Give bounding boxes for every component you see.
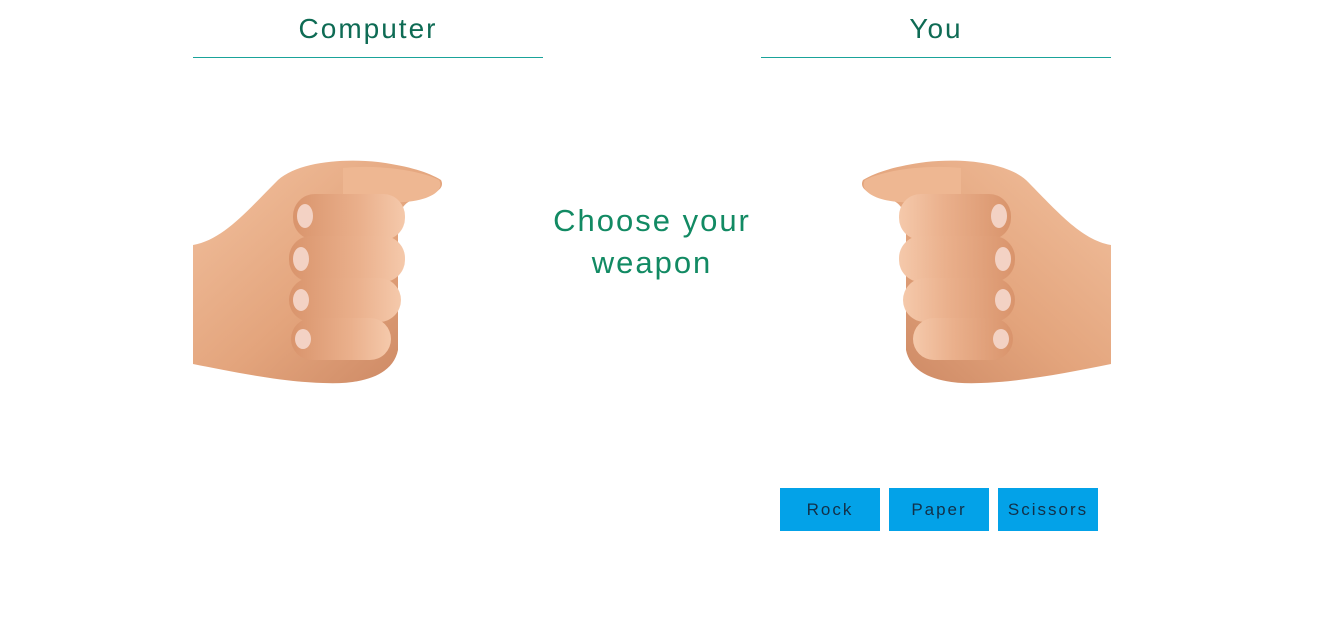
game-stage: Computer You Choose your weapon Rock Pap… — [0, 0, 1323, 624]
rock-fist-icon — [861, 160, 1111, 384]
computer-hand — [193, 150, 453, 390]
prompt-line-2: weapon — [591, 245, 713, 280]
player-hand — [851, 150, 1111, 390]
prompt-line-1: Choose your — [553, 203, 751, 238]
you-heading: You — [761, 0, 1111, 58]
computer-heading: Computer — [193, 0, 543, 58]
weapon-choices: Rock Paper Scissors — [780, 488, 1098, 531]
rock-fist-icon — [193, 160, 443, 384]
choose-weapon-prompt: Choose your weapon — [532, 200, 772, 284]
rock-button[interactable]: Rock — [780, 488, 880, 531]
scissors-button[interactable]: Scissors — [998, 488, 1098, 531]
paper-button[interactable]: Paper — [889, 488, 989, 531]
